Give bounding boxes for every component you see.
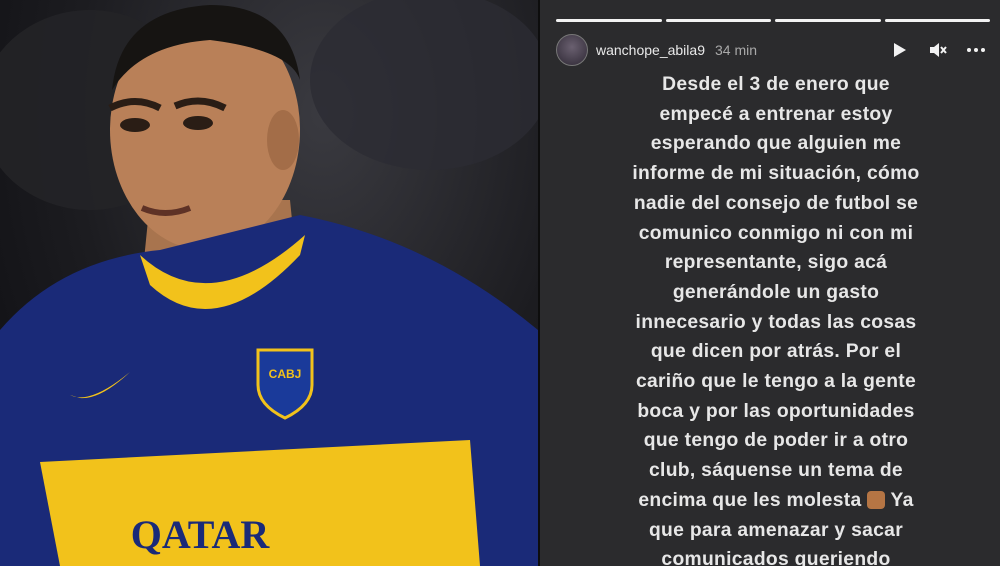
username[interactable]: wanchope_abila9 bbox=[596, 42, 705, 58]
post-time: 34 min bbox=[714, 42, 758, 58]
story-line: que para amenazar y sacar bbox=[648, 519, 903, 541]
more-options-icon[interactable] bbox=[966, 40, 986, 60]
progress-segment bbox=[665, 19, 771, 22]
story-line: club, sáquense un tema de bbox=[649, 460, 903, 482]
progress-segment bbox=[556, 19, 662, 22]
story-progress-bar bbox=[556, 19, 990, 22]
thumbs-up-icon bbox=[867, 490, 886, 509]
story-line: comunicados queriendo bbox=[661, 549, 891, 566]
play-icon[interactable] bbox=[890, 40, 910, 60]
story-line: que dicen por atrás. Por el bbox=[650, 341, 902, 363]
mute-icon[interactable] bbox=[928, 40, 948, 60]
progress-segment bbox=[775, 19, 881, 22]
story-line: innecesario y todas las cosas bbox=[635, 311, 917, 333]
progress-segment bbox=[884, 19, 990, 22]
badge-text: CABJ bbox=[269, 367, 302, 381]
story-panel[interactable]: wanchope_abila9 34 min Desde el 3 de ene… bbox=[538, 0, 1000, 566]
story-controls bbox=[890, 40, 990, 60]
story-line: representante, sigo acá bbox=[664, 252, 888, 274]
story-line: comunico conmigo ni con mi bbox=[638, 222, 914, 244]
story-line: que tengo de poder ir a otro bbox=[643, 430, 909, 452]
story-line: esperando que alguien me bbox=[650, 133, 902, 155]
story-line: empecé a entrenar estoy bbox=[659, 103, 893, 125]
story-line: encima que les molesta bbox=[638, 489, 862, 511]
story-line-suffix: Ya bbox=[890, 489, 914, 511]
story-line: informe de mi situación, cómo bbox=[632, 163, 920, 185]
story-line: Desde el 3 de enero que bbox=[662, 74, 890, 95]
story-line: cariño que le tengo a la gente bbox=[635, 371, 917, 393]
story-line: nadie del consejo de futbol se bbox=[633, 192, 919, 214]
story-line: generándole un gasto bbox=[672, 281, 880, 303]
screen: CABJ QATAR wanchope_abila9 34 min Desde … bbox=[0, 0, 1000, 566]
avatar[interactable] bbox=[556, 34, 588, 66]
player-illustration: CABJ QATAR bbox=[0, 0, 538, 566]
story-text: Desde el 3 de enero que empecé a entrena… bbox=[540, 70, 1000, 566]
sponsor-text: QATAR bbox=[131, 512, 271, 557]
player-photo: CABJ QATAR bbox=[0, 0, 538, 566]
story-line: boca y por las oportunidades bbox=[637, 400, 915, 422]
story-header: wanchope_abila9 34 min bbox=[556, 34, 990, 66]
story-line-with-emoji: encima que les molesta Ya bbox=[610, 486, 942, 516]
